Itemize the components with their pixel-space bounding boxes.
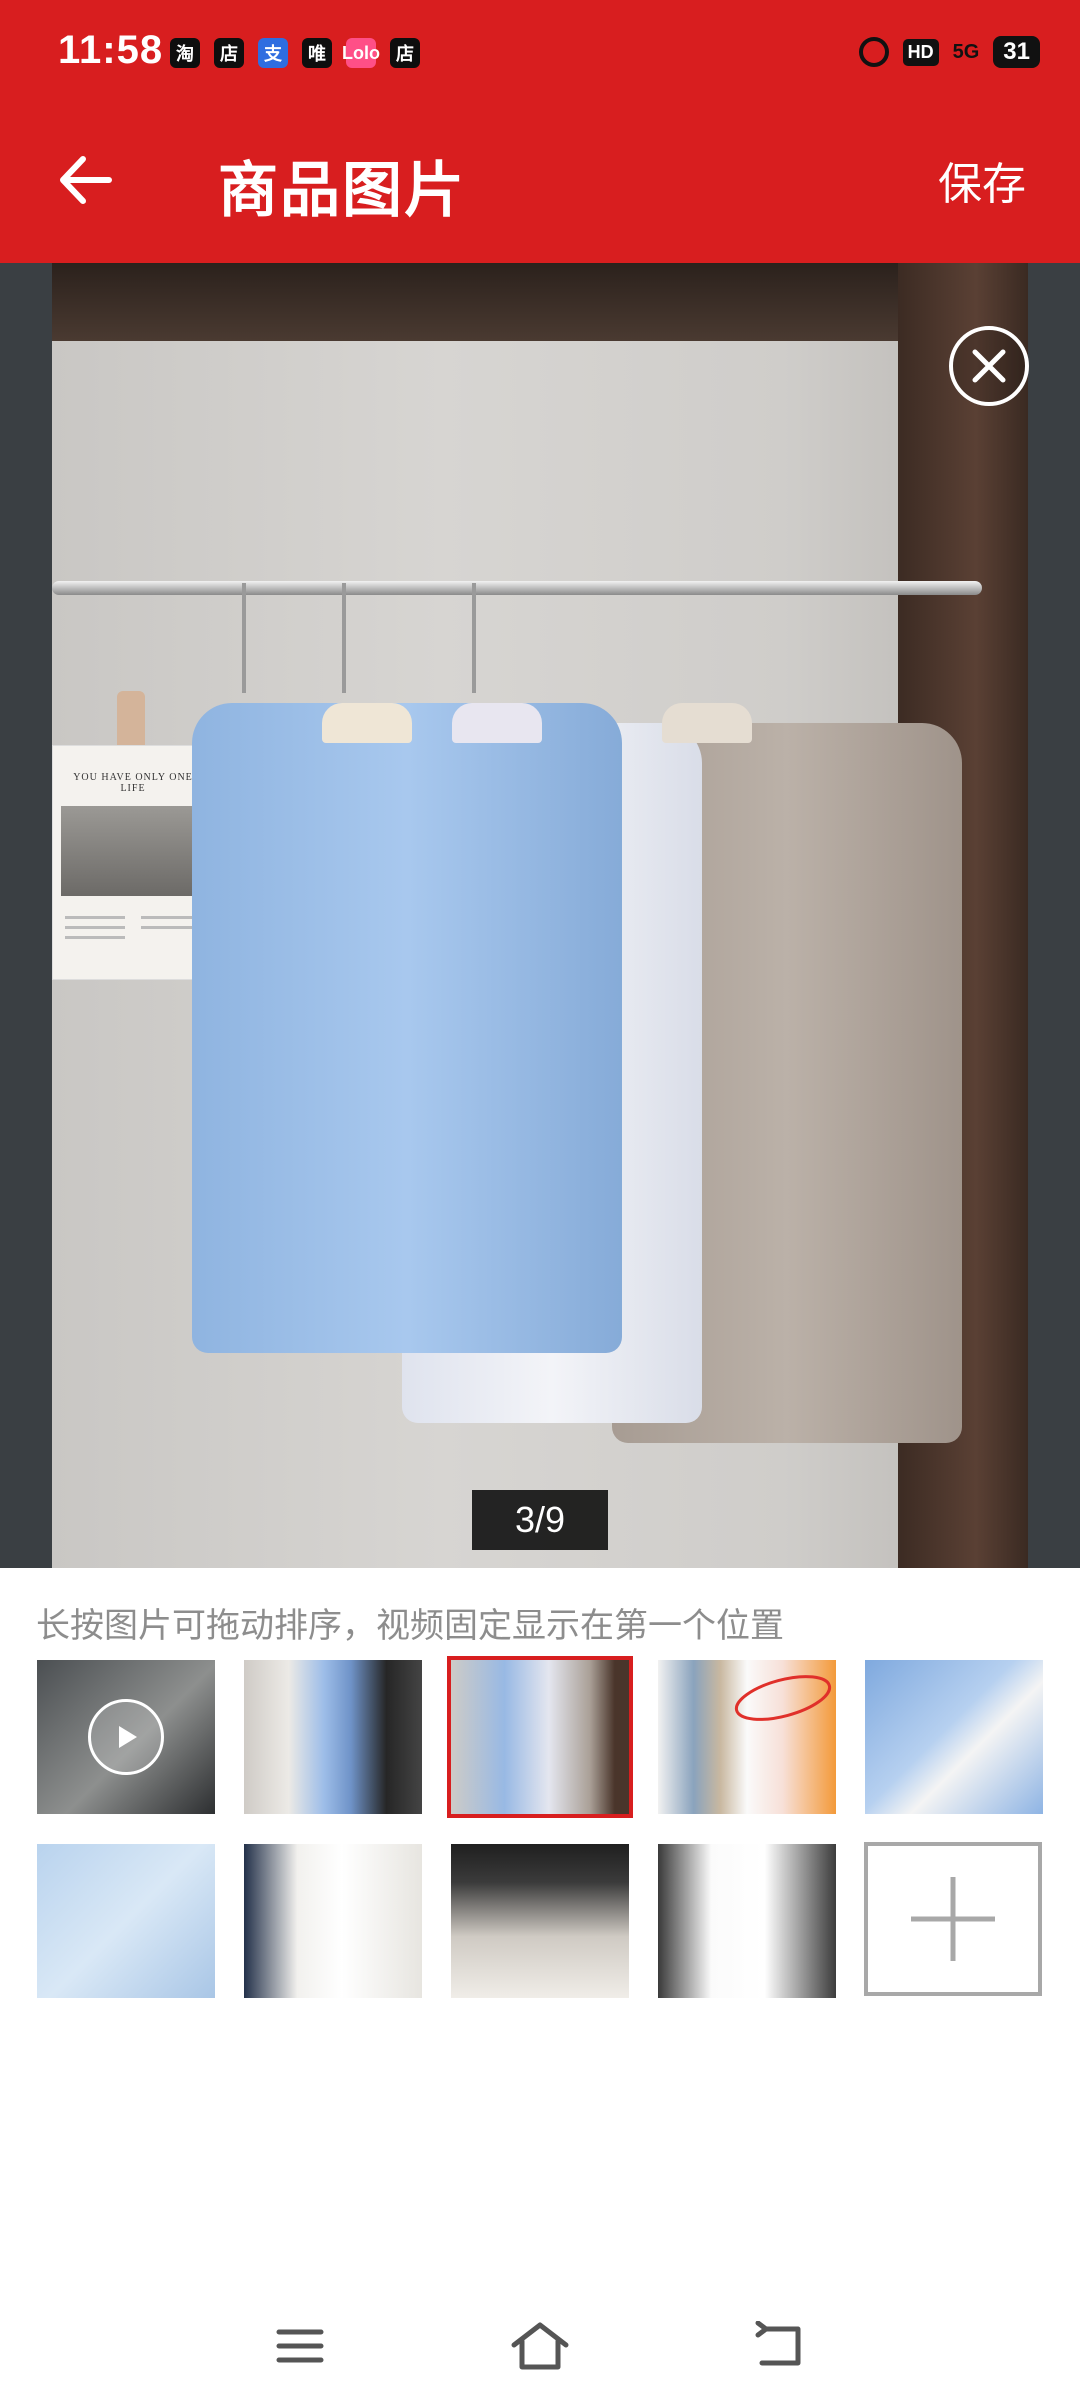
- home-button[interactable]: [500, 2306, 580, 2386]
- clothes-rod: [52, 581, 982, 595]
- back-icon: [755, 2321, 801, 2366]
- home-icon: [511, 2322, 569, 2370]
- thumbnail-image[interactable]: [865, 1660, 1043, 1814]
- close-icon: [972, 349, 1006, 383]
- taobao-icon: 淘: [170, 38, 200, 68]
- image-viewer[interactable]: YOU HAVE ONLY ONE LIFE 3/9: [0, 263, 1080, 1568]
- thumbnail-video[interactable]: [37, 1660, 215, 1814]
- thumbnail-image[interactable]: [658, 1660, 836, 1814]
- save-button[interactable]: 保存: [938, 148, 1026, 212]
- vip-icon: 唯: [302, 38, 332, 68]
- delete-image-button[interactable]: [949, 326, 1029, 406]
- store-icon: 店: [390, 38, 420, 68]
- alipay-icon: 支: [258, 38, 288, 68]
- page-title: 商品图片: [218, 157, 466, 224]
- shop-icon: 店: [214, 38, 244, 68]
- add-image-button[interactable]: [864, 1842, 1042, 1996]
- battery-icon: 31: [993, 36, 1040, 68]
- menu-button[interactable]: [260, 2306, 340, 2386]
- image-counter: 3/9: [472, 1490, 608, 1550]
- signal-icon: 5G: [952, 40, 980, 63]
- menu-icon: [276, 2329, 324, 2363]
- product-images-screen: 11:58 淘 店 支 唯 Lolo 店 HD 5G 31 商品图片 保存 YO…: [0, 0, 1080, 2400]
- plus-icon: [911, 1877, 995, 1961]
- play-icon: [88, 1699, 164, 1775]
- shirt-blue: [192, 703, 622, 1353]
- back-button[interactable]: [50, 145, 120, 215]
- header-bar: 11:58 淘 店 支 唯 Lolo 店 HD 5G 31 商品图片 保存: [0, 0, 1080, 263]
- thumbnail-image[interactable]: [658, 1844, 836, 1998]
- sort-hint: 长按图片可拖动排序，视频固定显示在第一个位置: [36, 1607, 784, 1645]
- status-bar: 11:58 淘 店 支 唯 Lolo 店 HD 5G 31: [0, 0, 1080, 115]
- status-app-icons: 淘 店 支 唯 Lolo 店: [170, 38, 420, 68]
- thumbnail-image[interactable]: [451, 1844, 629, 1998]
- arrow-left-icon: [60, 156, 112, 204]
- system-nav-bar: [0, 2300, 1080, 2400]
- thumbnail-image-selected[interactable]: [447, 1656, 633, 1818]
- status-indicators: HD 5G 31: [858, 36, 1040, 68]
- lolo-icon: Lolo: [342, 38, 380, 68]
- hd-badge: HD: [902, 38, 939, 66]
- poster: YOU HAVE ONLY ONE LIFE: [52, 745, 212, 980]
- thumbnail-image[interactable]: [37, 1844, 215, 1998]
- back-nav-button[interactable]: [740, 2306, 820, 2386]
- alarm-icon: [858, 37, 889, 67]
- status-time: 11:58: [58, 28, 164, 72]
- thumbnail-image[interactable]: [244, 1844, 422, 1998]
- thumbnail-image[interactable]: [244, 1660, 422, 1814]
- product-photo: YOU HAVE ONLY ONE LIFE: [52, 263, 1028, 1568]
